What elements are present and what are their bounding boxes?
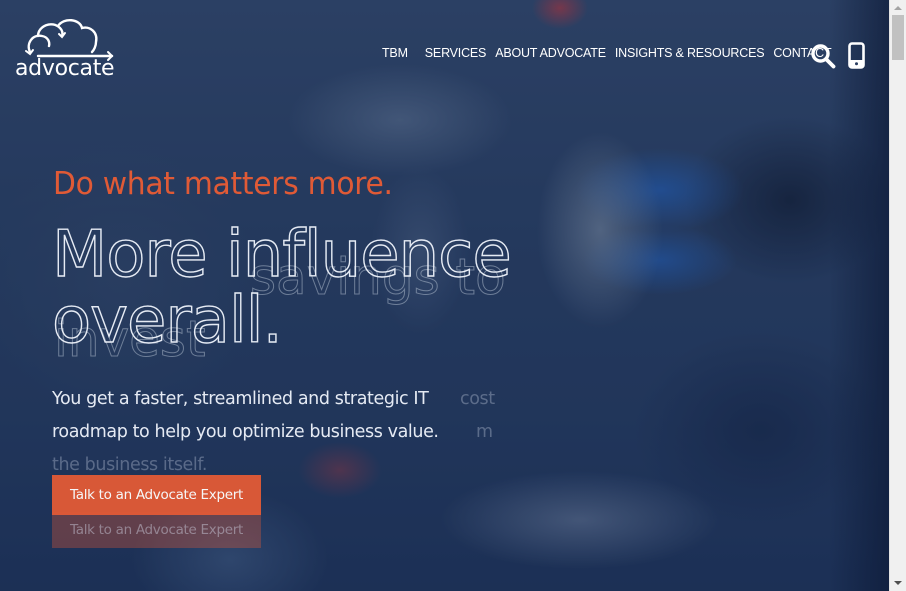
nav-item-services[interactable]: SERVICES [425, 46, 487, 60]
scrollbar-thumb[interactable] [892, 15, 904, 60]
mobile-phone-icon [848, 42, 865, 69]
hero-headline-line2: overall. [51, 284, 283, 358]
nav-item-tbm[interactable]: TBM [382, 46, 408, 60]
search-button[interactable] [810, 43, 836, 69]
scroll-down-arrow-icon[interactable] [894, 581, 902, 585]
main-navigation: TBM SERVICES ABOUT ADVOCATE INSIGHTS & R… [382, 46, 840, 60]
mobile-contact-button[interactable] [848, 42, 865, 69]
page-viewport: advocate TBM SERVICES ABOUT ADVOCATE INS… [0, 0, 889, 591]
scroll-up-arrow-icon[interactable] [894, 6, 902, 10]
brand-logo-link[interactable]: advocate [14, 18, 118, 82]
nav-item-about-advocate[interactable]: ABOUT ADVOCATE [495, 46, 606, 60]
talk-to-expert-button[interactable]: Talk to an Advocate Expert [52, 475, 261, 515]
vertical-scrollbar[interactable] [889, 0, 906, 591]
outgoing-cta-button: Talk to an Advocate Expert [52, 512, 261, 548]
search-icon [811, 44, 836, 69]
hero-headline-line1: More influence [51, 218, 512, 292]
brand-name: advocate [15, 56, 115, 81]
hero-body-text: You get a faster, streamlined and strate… [52, 389, 439, 442]
hero-tagline: Do what matters more. [53, 166, 393, 202]
hero-headline: More influence overall. [51, 218, 652, 358]
nav-item-insights-resources[interactable]: INSIGHTS & RESOURCES [615, 46, 765, 60]
